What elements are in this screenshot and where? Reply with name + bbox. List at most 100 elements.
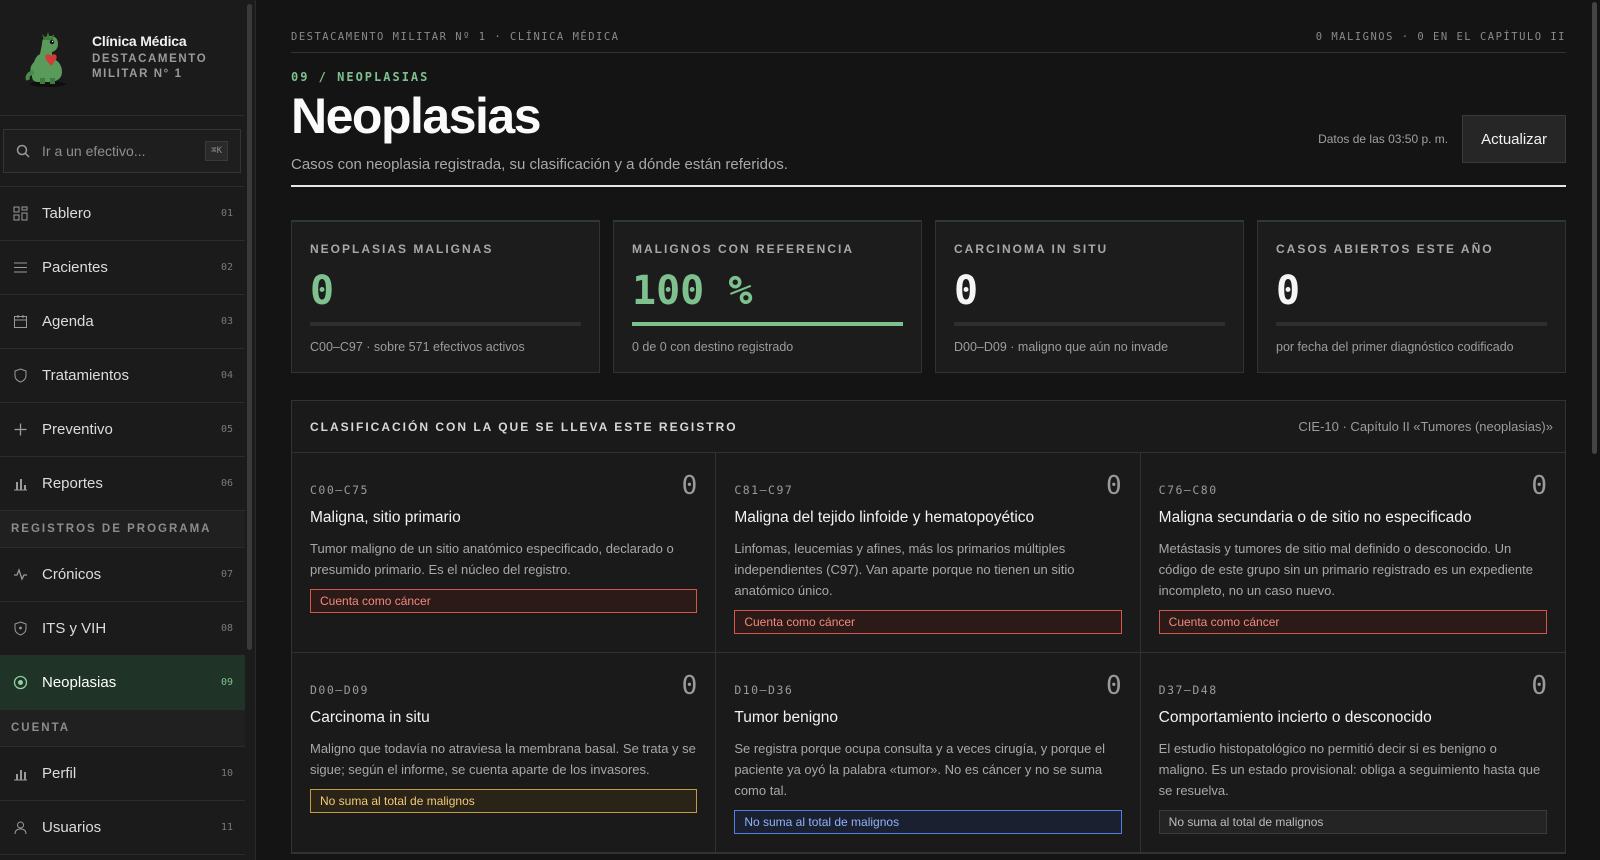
pulse-icon bbox=[12, 567, 28, 583]
sidebar-item-perfil[interactable]: Perfil 10 bbox=[0, 747, 255, 801]
cell-code: C00–C75 bbox=[310, 483, 369, 497]
kpi-note: C00–C97 · sobre 571 efectivos activos bbox=[310, 340, 525, 354]
classification-reference: CIE-10 · Capítulo II «Tumores (neoplasia… bbox=[1298, 419, 1553, 434]
cell-tag: No suma al total de malignos bbox=[734, 810, 1122, 834]
classification-cell: C81–C97 0 Maligna del tejido linfoide y … bbox=[716, 453, 1141, 653]
kpi-label: CASOS ABIERTOS ESTE AÑO bbox=[1276, 242, 1494, 256]
grid-icon bbox=[12, 206, 28, 222]
page-subtitle: Casos con neoplasia registrada, su clasi… bbox=[291, 156, 788, 173]
sidebar-item-label: Crónicos bbox=[42, 566, 102, 583]
cell-count: 0 bbox=[681, 471, 698, 501]
cell-title: Maligna, sitio primario bbox=[310, 509, 461, 526]
sidebar-item-label: Preventivo bbox=[42, 421, 113, 438]
cell-code: D00–D09 bbox=[310, 683, 369, 697]
sidebar-item-label: Tratamientos bbox=[42, 367, 129, 384]
sidebar-item-label: Pacientes bbox=[42, 259, 108, 276]
section-header-cuenta: CUENTA bbox=[0, 710, 255, 747]
section-header-programa: REGISTROS DE PROGRAMA bbox=[0, 511, 255, 548]
sidebar-item-label: Usuarios bbox=[42, 819, 102, 836]
sidebar-item-number: 02 bbox=[220, 262, 233, 273]
cell-description: Linfomas, leucemias y afines, más los pr… bbox=[734, 541, 1075, 598]
cell-title: Tumor benigno bbox=[734, 709, 839, 726]
cell-description: Se registra porque ocupa consulta y a ve… bbox=[734, 741, 1106, 798]
sidebar-item-label: Reportes bbox=[42, 475, 103, 492]
classification-cell: D10–D36 0 Tumor benigno Se registra porq… bbox=[716, 653, 1141, 853]
main-scrollbar[interactable] bbox=[1588, 0, 1600, 860]
sidebar-scrollbar[interactable] bbox=[245, 0, 255, 860]
cell-code: D37–D48 bbox=[1158, 683, 1218, 697]
sidebar-item-tratamientos[interactable]: Tratamientos 04 bbox=[0, 349, 255, 403]
breadcrumb: 09 / NEOPLASIAS bbox=[291, 70, 430, 84]
kpi-value: 0 bbox=[310, 268, 335, 314]
sidebar-item-tablero[interactable]: Tablero 01 bbox=[0, 187, 255, 241]
main-nav: Tablero 01 Pacientes 02 Agenda 03 Tratam… bbox=[0, 186, 255, 855]
sidebar-scroll-thumb[interactable] bbox=[247, 4, 252, 650]
sidebar-item-its-vih[interactable]: ITS y VIH 08 bbox=[0, 602, 255, 656]
kpi-note: por fecha del primer diagnóstico codific… bbox=[1276, 340, 1514, 354]
sidebar-item-number: 09 bbox=[220, 677, 233, 688]
classification-grid: C00–C75 0 Maligna, sitio primario Tumor … bbox=[292, 453, 1565, 853]
classification-cell: C00–C75 0 Maligna, sitio primario Tumor … bbox=[292, 453, 717, 653]
sidebar-item-label: Tablero bbox=[42, 205, 92, 222]
cell-count: 0 bbox=[1106, 471, 1122, 501]
kpi-progress-bar bbox=[310, 322, 581, 326]
cell-count: 0 bbox=[1531, 671, 1547, 701]
kpi-progress-bar bbox=[954, 322, 1225, 326]
top-context-bar: DESTACAMENTO MILITAR Nº 1 · CLÍNICA MÉDI… bbox=[291, 0, 1566, 53]
sidebar-item-number: 04 bbox=[220, 370, 233, 381]
cell-count: 0 bbox=[1531, 471, 1547, 501]
kpi-progress-fill bbox=[632, 322, 903, 326]
bar-chart-icon bbox=[12, 766, 28, 782]
search-box[interactable]: ⌘K bbox=[3, 129, 241, 173]
search-input[interactable] bbox=[42, 143, 206, 159]
sidebar-item-number: 01 bbox=[220, 208, 233, 219]
sidebar-item-number: 07 bbox=[220, 569, 233, 580]
sidebar-item-usuarios[interactable]: Usuarios 11 bbox=[0, 801, 255, 855]
kpi-value: 100 % bbox=[632, 268, 753, 314]
context-location: DESTACAMENTO MILITAR Nº 1 · CLÍNICA MÉDI… bbox=[291, 31, 620, 43]
sidebar-item-pacientes[interactable]: Pacientes 02 bbox=[0, 241, 255, 295]
sidebar-item-number: 08 bbox=[220, 623, 233, 634]
sidebar-item-number: 11 bbox=[220, 822, 233, 833]
sidebar-item-preventivo[interactable]: Preventivo 05 bbox=[0, 403, 255, 457]
classification-panel: CLASIFICACIÓN CON LA QUE SE LLEVA ESTE R… bbox=[291, 400, 1566, 854]
kpi-row: NEOPLASIAS MALIGNAS 0 C00–C97 · sobre 57… bbox=[291, 220, 1566, 373]
sidebar-item-number: 06 bbox=[220, 478, 233, 489]
classification-header: CLASIFICACIÓN CON LA QUE SE LLEVA ESTE R… bbox=[292, 401, 1565, 453]
sidebar-item-cronicos[interactable]: Crónicos 07 bbox=[0, 548, 255, 602]
classification-heading: CLASIFICACIÓN CON LA QUE SE LLEVA ESTE R… bbox=[310, 419, 738, 434]
sidebar-item-number: 10 bbox=[220, 768, 233, 779]
cell-description: El estudio histopatológico no permitió d… bbox=[1158, 741, 1541, 798]
kpi-card-in-situ: CARCINOMA IN SITU 0 D00–D09 · maligno qu… bbox=[935, 220, 1244, 373]
search-shortcut-badge: ⌘K bbox=[205, 141, 228, 161]
sidebar-item-agenda[interactable]: Agenda 03 bbox=[0, 295, 255, 349]
cell-description: Maligno que todavía no atraviesa la memb… bbox=[310, 741, 696, 777]
kpi-card-referencia: MALIGNOS CON REFERENCIA 100 % 0 de 0 con… bbox=[613, 220, 922, 373]
cell-tag: No suma al total de malignos bbox=[310, 789, 698, 813]
sidebar-item-reportes[interactable]: Reportes 06 bbox=[0, 457, 255, 511]
user-icon bbox=[12, 820, 28, 836]
kpi-note: 0 de 0 con destino registrado bbox=[632, 340, 794, 354]
title-divider bbox=[291, 185, 1566, 187]
classification-cell: D00–D09 0 Carcinoma in situ Maligno que … bbox=[292, 653, 717, 853]
cell-count: 0 bbox=[1106, 671, 1122, 701]
cell-count: 0 bbox=[681, 671, 698, 701]
sidebar-item-label: Perfil bbox=[42, 765, 77, 782]
sidebar-item-number: 03 bbox=[220, 316, 233, 327]
cell-code: C81–C97 bbox=[734, 483, 794, 497]
sidebar-item-neoplasias[interactable]: Neoplasias 09 bbox=[0, 656, 255, 710]
main-scroll-thumb[interactable] bbox=[1592, 2, 1597, 454]
cell-title: Carcinoma in situ bbox=[310, 709, 430, 726]
dinosaur-mascot-logo bbox=[25, 31, 66, 87]
kpi-label: MALIGNOS CON REFERENCIA bbox=[632, 242, 855, 256]
cell-tag: Cuenta como cáncer bbox=[310, 589, 698, 613]
sidebar-item-number: 05 bbox=[220, 424, 233, 435]
cell-title: Comportamiento incierto o desconocido bbox=[1158, 709, 1432, 726]
kpi-progress-bar bbox=[1276, 322, 1547, 326]
refresh-button[interactable]: Actualizar bbox=[1462, 115, 1566, 163]
cell-code: C76–C80 bbox=[1158, 483, 1218, 497]
kpi-label: NEOPLASIAS MALIGNAS bbox=[310, 242, 494, 256]
calendar-icon bbox=[12, 314, 28, 330]
sidebar-item-label: ITS y VIH bbox=[42, 620, 107, 637]
classification-cell: C76–C80 0 Maligna secundaria o de sitio … bbox=[1140, 453, 1565, 653]
